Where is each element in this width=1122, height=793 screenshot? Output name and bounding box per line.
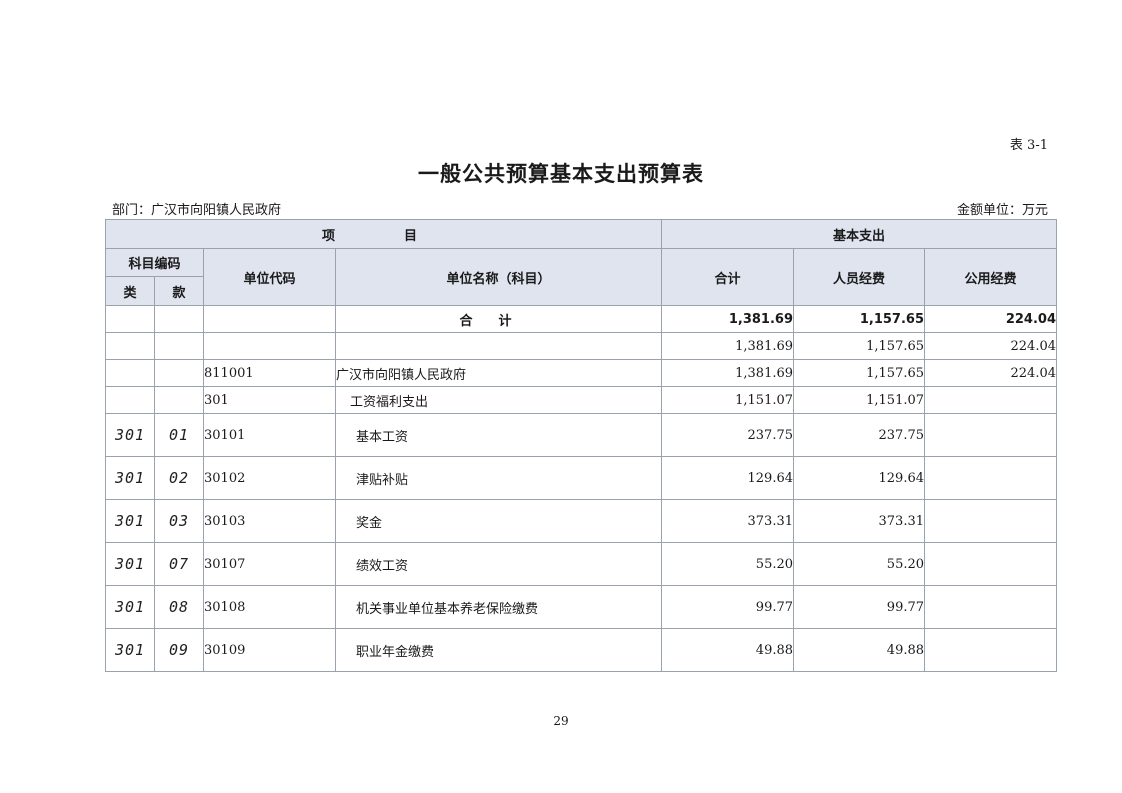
cell-unit-name: 机关事业单位基本养老保险缴费 [334, 585, 663, 629]
cell-personnel: 1,151.07 [793, 386, 926, 414]
cell-unit-name: 职业年金缴费 [334, 628, 663, 672]
cell-total: 1,381.69 [661, 359, 795, 387]
cell-public: 224.04 [924, 305, 1058, 333]
table-row-total: 合计 1,381.69 1,157.65 224.04 [105, 305, 1058, 333]
cell-unit-code: 811001 [203, 359, 336, 387]
table-row: 811001 广汉市向阳镇人民政府 1,381.69 1,157.65 224.… [105, 359, 1058, 387]
cell-item [154, 305, 204, 333]
cell-item: 07 [154, 542, 204, 586]
cell-unit-code: 30107 [203, 542, 336, 586]
cell-category: 301 [105, 456, 155, 500]
cell-unit-code: 30108 [203, 585, 336, 629]
cell-item [154, 359, 204, 387]
cell-total: 49.88 [661, 628, 795, 672]
table-row: 301 01 30101 基本工资 237.75 237.75 [105, 413, 1058, 457]
header-basic-expenditure: 基本支出 [661, 219, 1058, 249]
cell-category: 301 [105, 542, 155, 586]
cell-unit-name: 奖金 [334, 499, 663, 543]
cell-category [105, 332, 155, 360]
cell-total: 55.20 [661, 542, 795, 586]
cell-category [105, 386, 155, 414]
cell-unit-name: 广汉市向阳镇人民政府 [334, 359, 663, 387]
table-row: 301 03 30103 奖金 373.31 373.31 [105, 499, 1058, 543]
cell-item [154, 332, 204, 360]
cell-public [924, 413, 1058, 457]
cell-total: 237.75 [661, 413, 795, 457]
cell-personnel: 1,157.65 [793, 359, 926, 387]
cell-public: 224.04 [924, 332, 1058, 360]
cell-unit-code: 301 [203, 386, 336, 414]
table-row: 301 工资福利支出 1,151.07 1,151.07 [105, 386, 1058, 414]
cell-personnel: 55.20 [793, 542, 926, 586]
cell-public [924, 499, 1058, 543]
cell-item: 03 [154, 499, 204, 543]
cell-unit-code [203, 305, 336, 333]
cell-unit-code: 30109 [203, 628, 336, 672]
cell-public [924, 542, 1058, 586]
cell-unit-name: 工资福利支出 [334, 386, 663, 414]
table-row: 301 09 30109 职业年金缴费 49.88 49.88 [105, 628, 1058, 672]
cell-personnel: 373.31 [793, 499, 926, 543]
cell-item: 01 [154, 413, 204, 457]
header-unit-code: 单位代码 [203, 248, 336, 306]
cell-category [105, 359, 155, 387]
cell-public [924, 628, 1058, 672]
header-subject-code: 科目编码 [105, 248, 204, 277]
header-category: 类 [105, 276, 155, 306]
cell-public [924, 456, 1058, 500]
cell-unit-name: 津贴补贴 [334, 456, 663, 500]
cell-unit-name: 基本工资 [334, 413, 663, 457]
cell-category: 301 [105, 628, 155, 672]
header-project: 项 目 [104, 219, 663, 249]
cell-public [924, 386, 1058, 414]
header-total: 合计 [661, 248, 795, 306]
document-title: 一般公共预算基本支出预算表 [418, 162, 704, 186]
cell-total: 1,381.69 [661, 332, 795, 360]
cell-public: 224.04 [924, 359, 1058, 387]
cell-category: 301 [105, 585, 155, 629]
table-row: 1,381.69 1,157.65 224.04 [105, 332, 1058, 360]
table-number: 表 3-1 [1009, 138, 1048, 153]
cell-total: 373.31 [661, 499, 795, 543]
cell-personnel: 129.64 [793, 456, 926, 500]
cell-public [924, 585, 1058, 629]
cell-item: 08 [154, 585, 204, 629]
header-personnel: 人员经费 [793, 248, 926, 306]
cell-category [105, 305, 155, 333]
cell-item: 09 [154, 628, 204, 672]
cell-total: 1,381.69 [661, 305, 795, 333]
department-label: 部门：广汉市向阳镇人民政府 [112, 203, 282, 218]
cell-personnel: 49.88 [793, 628, 926, 672]
header-public: 公用经费 [924, 248, 1058, 306]
table-row: 301 02 30102 津贴补贴 129.64 129.64 [105, 456, 1058, 500]
cell-personnel: 1,157.65 [793, 332, 926, 360]
cell-unit-name: 绩效工资 [334, 542, 663, 586]
cell-item: 02 [154, 456, 204, 500]
header-unit-name: 单位名称（科目） [334, 248, 663, 306]
cell-total: 99.77 [661, 585, 795, 629]
cell-category: 301 [105, 413, 155, 457]
cell-personnel: 237.75 [793, 413, 926, 457]
cell-personnel: 1,157.65 [793, 305, 926, 333]
cell-unit-name: 合计 [334, 305, 663, 333]
budget-table: 项 目 基本支出 科目编码 单位代码 单位名称（科目） 合计 人员经费 公用经费… [104, 219, 1058, 672]
cell-category: 301 [105, 499, 155, 543]
cell-personnel: 99.77 [793, 585, 926, 629]
page-number: 29 [553, 714, 569, 728]
table-row: 301 07 30107 绩效工资 55.20 55.20 [105, 542, 1058, 586]
cell-unit-code: 30103 [203, 499, 336, 543]
cell-unit-code: 30102 [203, 456, 336, 500]
cell-unit-name [334, 332, 663, 360]
cell-unit-code [203, 332, 336, 360]
header-item: 款 [154, 276, 204, 306]
amount-unit-label: 金额单位：万元 [956, 203, 1048, 218]
table-row: 301 08 30108 机关事业单位基本养老保险缴费 99.77 99.77 [105, 585, 1058, 629]
cell-item [154, 386, 204, 414]
cell-unit-code: 30101 [203, 413, 336, 457]
cell-total: 1,151.07 [661, 386, 795, 414]
cell-total: 129.64 [661, 456, 795, 500]
